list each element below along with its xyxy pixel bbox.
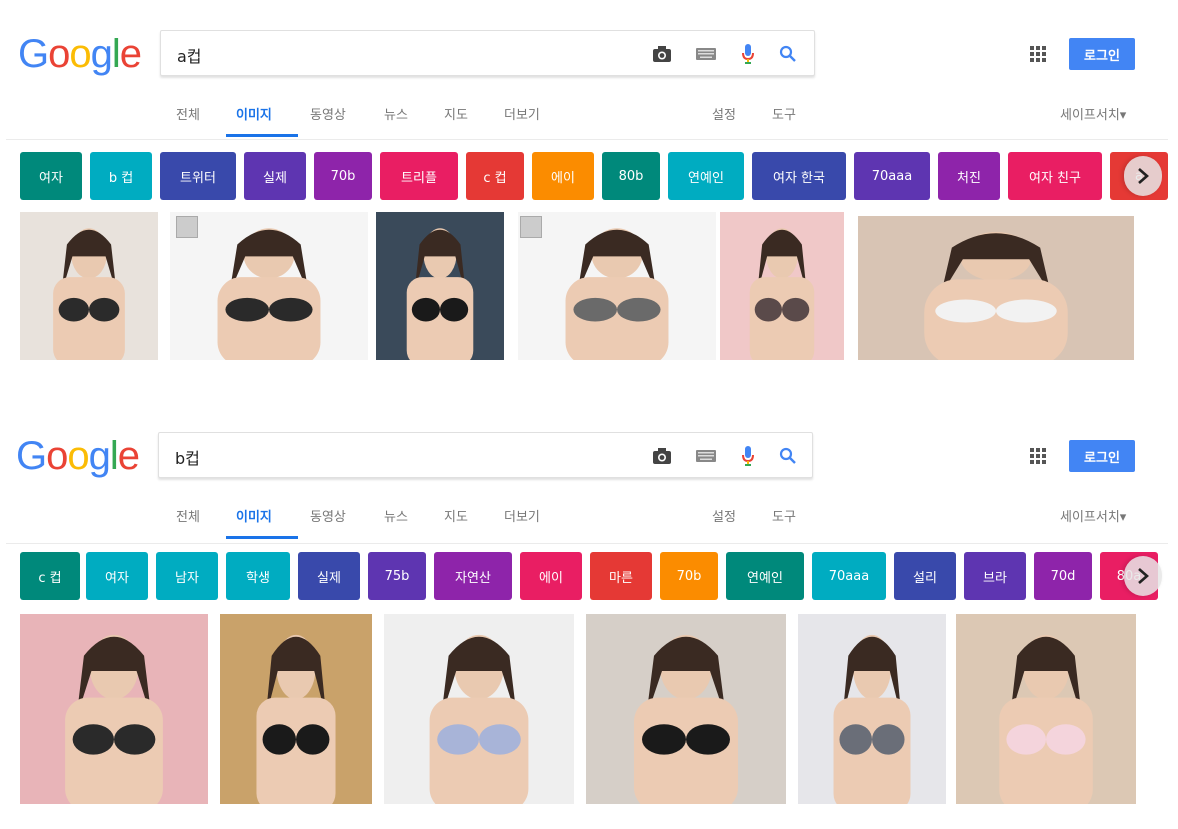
login-button[interactable]: 로그인 [1069, 38, 1135, 70]
active-tab-indicator [226, 536, 298, 539]
tab-videos[interactable]: 동영상 [310, 104, 346, 123]
google-logo[interactable]: Google [16, 434, 140, 479]
chip-3[interactable]: 남자 [156, 552, 218, 600]
tab-more[interactable]: 더보기 [504, 506, 540, 525]
result-image-1[interactable] [20, 614, 208, 804]
chip-9[interactable]: 80b [602, 152, 660, 200]
header: Google a컵 로그인 전체 이미지 동영상 뉴스 지도 더보기 설정 도구… [6, 10, 1168, 140]
chip-11[interactable]: 여자 한국 [752, 152, 846, 200]
settings-link[interactable]: 설정 [712, 506, 736, 525]
chip-4[interactable]: 실제 [244, 152, 306, 200]
chip-11[interactable]: 연예인 [726, 552, 804, 600]
tab-news[interactable]: 뉴스 [384, 104, 408, 123]
chip-7[interactable]: c 컵 [466, 152, 524, 200]
chip-8[interactable]: 에이 [532, 152, 594, 200]
chip-10[interactable]: 연예인 [668, 152, 744, 200]
chip-5[interactable]: 실제 [298, 552, 360, 600]
search-results-panel-2: Google b컵 로그인 전체 이미지 동영상 뉴스 지도 더보기 설정 도구… [6, 414, 1168, 814]
chip-12[interactable]: 70aaa [812, 552, 886, 600]
header: Google b컵 로그인 전체 이미지 동영상 뉴스 지도 더보기 설정 도구… [6, 414, 1168, 544]
site-badge-icon [176, 216, 198, 238]
chip-8[interactable]: 에이 [520, 552, 582, 600]
result-image-6[interactable] [956, 614, 1136, 804]
search-input[interactable]: a컵 [160, 30, 815, 76]
chip-9[interactable]: 마른 [590, 552, 652, 600]
tab-all[interactable]: 전체 [176, 104, 200, 123]
result-image-3[interactable] [384, 614, 574, 804]
search-icon[interactable] [775, 443, 801, 469]
result-image-6[interactable] [858, 216, 1134, 360]
chevron-right-icon[interactable] [1124, 556, 1162, 596]
result-image-3[interactable] [376, 212, 504, 360]
chip-15[interactable]: 70d [1034, 552, 1092, 600]
result-image-1[interactable] [20, 212, 158, 360]
chip-13[interactable]: 설리 [894, 552, 956, 600]
settings-link[interactable]: 설정 [712, 104, 736, 123]
search-icon[interactable] [775, 41, 801, 67]
tab-more[interactable]: 더보기 [504, 104, 540, 123]
keyboard-icon[interactable] [693, 443, 719, 469]
result-image-2[interactable] [170, 212, 368, 360]
result-image-4[interactable] [518, 212, 716, 360]
chip-12[interactable]: 70aaa [854, 152, 930, 200]
tab-maps[interactable]: 지도 [444, 104, 468, 123]
apps-grid-icon[interactable] [1030, 448, 1046, 464]
tab-videos[interactable]: 동영상 [310, 506, 346, 525]
tab-images[interactable]: 이미지 [236, 104, 272, 123]
search-query[interactable]: b컵 [175, 445, 200, 469]
search-input[interactable]: b컵 [158, 432, 813, 478]
chip-14[interactable]: 브라 [964, 552, 1026, 600]
microphone-icon[interactable] [735, 443, 761, 469]
chip-1[interactable]: c 컵 [20, 552, 80, 600]
result-image-4[interactable] [586, 614, 786, 804]
result-image-5[interactable] [720, 212, 844, 360]
safesearch-menu[interactable]: 세이프서치▾ [1060, 506, 1126, 525]
related-chips: c 컵 여자 남자 학생 실제 75b 자연산 에이 마른 70b 연예인 70… [6, 552, 1168, 604]
chip-10[interactable]: 70b [660, 552, 718, 600]
active-tab-indicator [226, 134, 298, 137]
chip-14[interactable]: 여자 친구 [1008, 152, 1102, 200]
chip-5[interactable]: 70b [314, 152, 372, 200]
chip-6[interactable]: 75b [368, 552, 426, 600]
chip-2[interactable]: 여자 [86, 552, 148, 600]
chip-6[interactable]: 트리플 [380, 152, 458, 200]
chevron-right-icon[interactable] [1124, 156, 1162, 196]
related-chips: 여자 b 컵 트위터 실제 70b 트리플 c 컵 에이 80b 연예인 여자 … [6, 152, 1168, 204]
chip-3[interactable]: 트위터 [160, 152, 236, 200]
site-badge-icon [520, 216, 542, 238]
chip-4[interactable]: 학생 [226, 552, 290, 600]
chip-13[interactable]: 처진 [938, 152, 1000, 200]
safesearch-menu[interactable]: 세이프서치▾ [1060, 104, 1126, 123]
tab-images[interactable]: 이미지 [236, 506, 272, 525]
tab-news[interactable]: 뉴스 [384, 506, 408, 525]
google-logo[interactable]: Google [18, 32, 142, 77]
tools-link[interactable]: 도구 [772, 104, 796, 123]
microphone-icon[interactable] [735, 41, 761, 67]
camera-icon[interactable] [649, 443, 675, 469]
chip-7[interactable]: 자연산 [434, 552, 512, 600]
keyboard-icon[interactable] [693, 41, 719, 67]
result-image-5[interactable] [798, 614, 946, 804]
camera-icon[interactable] [649, 41, 675, 67]
tab-maps[interactable]: 지도 [444, 506, 468, 525]
search-results-panel-1: Google a컵 로그인 전체 이미지 동영상 뉴스 지도 더보기 설정 도구… [6, 10, 1168, 370]
result-image-2[interactable] [220, 614, 372, 804]
search-query[interactable]: a컵 [177, 43, 202, 67]
chip-2[interactable]: b 컵 [90, 152, 152, 200]
tab-all[interactable]: 전체 [176, 506, 200, 525]
tools-link[interactable]: 도구 [772, 506, 796, 525]
apps-grid-icon[interactable] [1030, 46, 1046, 62]
login-button[interactable]: 로그인 [1069, 440, 1135, 472]
chip-1[interactable]: 여자 [20, 152, 82, 200]
